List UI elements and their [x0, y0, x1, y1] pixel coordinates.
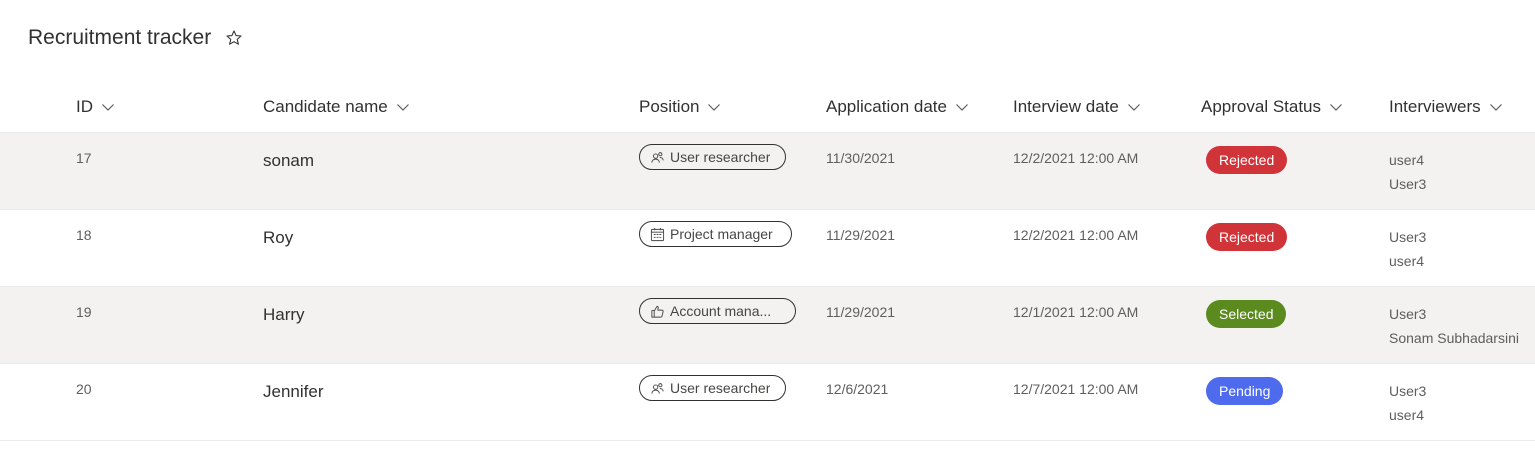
column-header-label: Approval Status [1201, 97, 1322, 116]
position-pill[interactable]: User researcher [639, 375, 786, 401]
people-icon [650, 150, 665, 165]
interview-date-cell: 12/2/2021 12:00 AM [1013, 227, 1139, 243]
chevron-down-icon [707, 100, 721, 114]
chevron-down-icon [396, 100, 410, 114]
column-header-position[interactable]: Position [639, 82, 721, 132]
table-row[interactable]: 18 Roy Project manager 11/29/2021 12/2/2… [0, 210, 1535, 287]
calendar-icon [650, 227, 665, 242]
interviewer-name[interactable]: User3 [1389, 379, 1426, 403]
position-pill[interactable]: Project manager [639, 221, 792, 247]
people-icon [650, 381, 665, 396]
chevron-down-icon [101, 100, 115, 114]
interviewer-name[interactable]: User3 [1389, 172, 1426, 196]
application-date-cell: 11/29/2021 [826, 304, 896, 320]
chevron-down-icon [1329, 100, 1343, 114]
interviewer-name[interactable]: Sonam Subhadarsini [1389, 326, 1519, 350]
column-header-application-date[interactable]: Application date [826, 82, 969, 132]
position-pill[interactable]: Account mana... [639, 298, 796, 324]
id-cell: 19 [76, 304, 92, 320]
table-row[interactable]: 17 sonam User researcher 11/30/2021 12/2… [0, 133, 1535, 210]
interview-date-cell: 12/1/2021 12:00 AM [1013, 304, 1139, 320]
column-header-label: Position [639, 97, 700, 116]
position-label: Project manager [670, 226, 773, 242]
application-date-cell: 11/29/2021 [826, 227, 896, 243]
interview-date-cell: 12/2/2021 12:00 AM [1013, 150, 1139, 166]
column-header-label: Interviewers [1389, 97, 1481, 116]
status-badge: Rejected [1206, 146, 1288, 174]
column-header-label: Candidate name [263, 97, 388, 116]
position-label: User researcher [670, 149, 771, 165]
interviewer-name[interactable]: user4 [1389, 403, 1426, 427]
column-header-approval-status[interactable]: Approval Status [1201, 82, 1343, 132]
list-rows: 17 sonam User researcher 11/30/2021 12/2… [0, 133, 1535, 441]
table-row[interactable]: 19 Harry Account mana... 11/29/2021 12/1… [0, 287, 1535, 364]
status-badge: Selected [1206, 300, 1287, 328]
id-cell: 17 [76, 150, 92, 166]
column-header-interviewers[interactable]: Interviewers [1389, 82, 1503, 132]
candidate-name-cell[interactable]: Harry [263, 305, 305, 325]
column-header-candidate-name[interactable]: Candidate name [263, 82, 410, 132]
application-date-cell: 11/30/2021 [826, 150, 896, 166]
id-cell: 20 [76, 381, 92, 397]
interviewer-name[interactable]: user4 [1389, 148, 1426, 172]
column-header-interview-date[interactable]: Interview date [1013, 82, 1141, 132]
star-icon[interactable] [224, 28, 244, 48]
column-header-id[interactable]: ID [76, 82, 115, 132]
chevron-down-icon [955, 100, 969, 114]
chevron-down-icon [1489, 100, 1503, 114]
list-header: ID Candidate name Position Application d… [0, 82, 1535, 133]
id-cell: 18 [76, 227, 92, 243]
interviewer-name[interactable]: user4 [1389, 249, 1426, 273]
title-bar: Recruitment tracker [28, 22, 244, 54]
application-date-cell: 12/6/2021 [826, 381, 889, 397]
status-badge: Pending [1206, 377, 1284, 405]
chevron-down-icon [1127, 100, 1141, 114]
interview-date-cell: 12/7/2021 12:00 AM [1013, 381, 1139, 397]
status-badge: Rejected [1206, 223, 1288, 251]
interviewer-name[interactable]: User3 [1389, 225, 1426, 249]
position-label: User researcher [670, 380, 771, 396]
column-header-label: Application date [826, 97, 947, 116]
interviewers-cell: user4 User3 [1389, 148, 1426, 196]
column-header-label: ID [76, 97, 93, 116]
interviewers-cell: User3 Sonam Subhadarsini [1389, 302, 1519, 350]
candidate-name-cell[interactable]: Roy [263, 228, 293, 248]
interviewer-name[interactable]: User3 [1389, 302, 1519, 326]
table-row[interactable]: 20 Jennifer User researcher 12/6/2021 12… [0, 364, 1535, 441]
thumbs-up-icon [650, 304, 665, 319]
position-pill[interactable]: User researcher [639, 144, 786, 170]
candidate-name-cell[interactable]: sonam [263, 151, 314, 171]
position-label: Account mana... [670, 303, 772, 319]
page-title: Recruitment tracker [28, 26, 212, 49]
interviewers-cell: User3 user4 [1389, 379, 1426, 427]
column-header-label: Interview date [1013, 97, 1119, 116]
interviewers-cell: User3 user4 [1389, 225, 1426, 273]
candidate-name-cell[interactable]: Jennifer [263, 382, 323, 402]
